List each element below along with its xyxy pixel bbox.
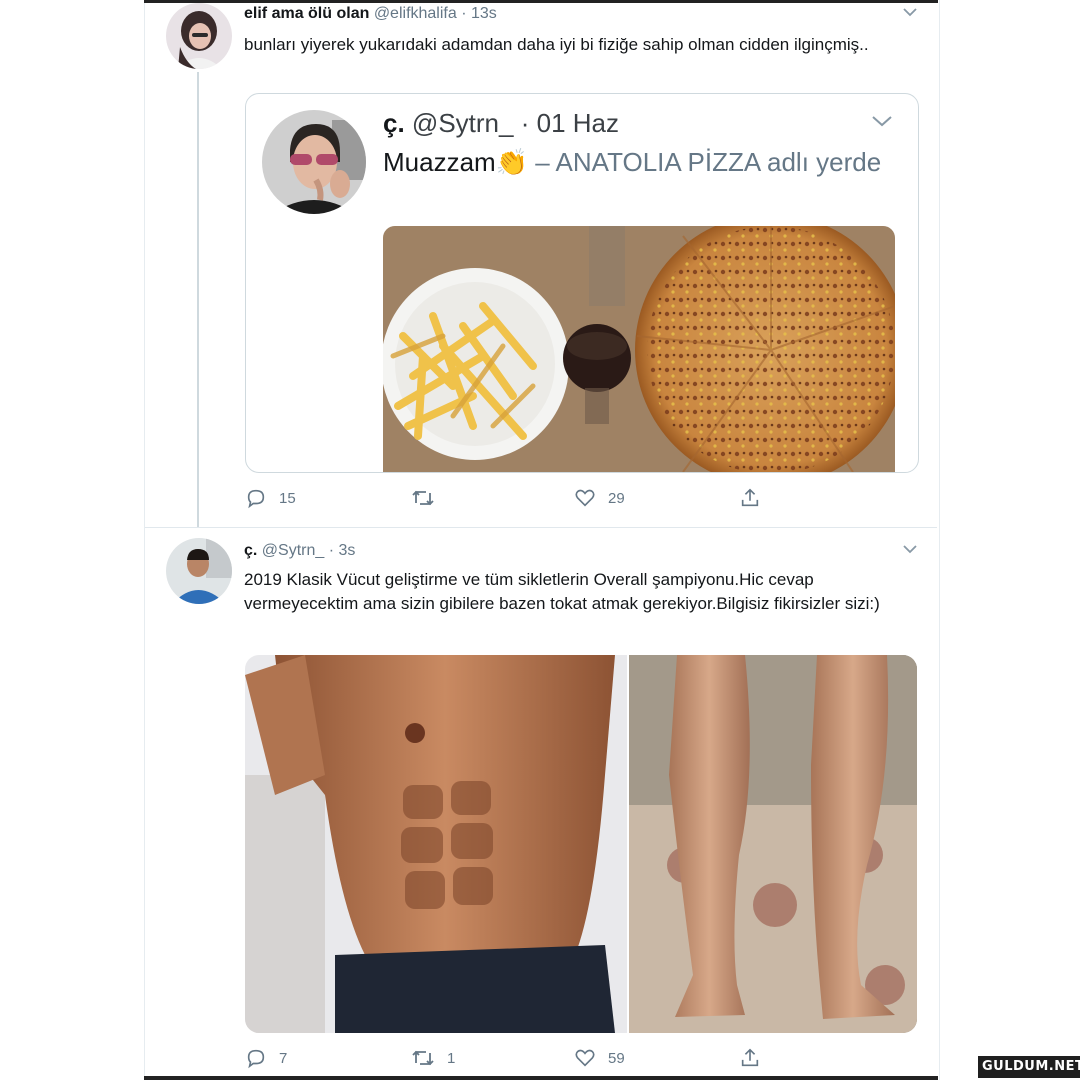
share-button[interactable] [739, 487, 761, 509]
watermark-logo: GULDUM.NET [978, 1056, 1080, 1078]
retweet-icon [411, 1047, 435, 1069]
quoted-tweet-card[interactable]: ç. @Sytrn_ · 01 Haz Muazzam👏 – ANATOLIA … [245, 93, 919, 473]
quote-text-place[interactable]: – ANATOLIA PİZZA adlı yerde [528, 147, 881, 177]
retweet-button[interactable]: 1 [411, 1047, 455, 1069]
tweet1-header: elif ama ölü olan @elifkhalifa · 13s [244, 5, 497, 23]
tweet2-timestamp[interactable]: 3s [339, 542, 356, 559]
share-button[interactable] [739, 1047, 761, 1069]
avatar-quoted-author[interactable] [262, 110, 366, 214]
quote-timestamp[interactable]: 01 Haz [537, 108, 619, 138]
like-icon [574, 1047, 596, 1069]
reply-button[interactable]: 15 [245, 487, 296, 509]
reply-button[interactable]: 7 [245, 1047, 287, 1069]
retweet-button[interactable] [411, 487, 447, 509]
tweet2-text: 2019 Klasik Vücut geliştirme ve tüm sikl… [244, 570, 880, 613]
tweet1-text: bunları yiyerek yukarıdaki adamdan daha … [244, 35, 869, 54]
tweet1-separator: · [461, 5, 467, 22]
tweet2-header: ç. @Sytrn_ · 3s [244, 542, 355, 560]
like-count: 59 [608, 1049, 625, 1067]
tweet2-actions: 7 1 59 [245, 1047, 845, 1075]
like-button[interactable]: 59 [574, 1047, 625, 1069]
quote-author-name[interactable]: ç. [383, 108, 405, 138]
share-icon [739, 1047, 761, 1069]
reply-count: 7 [279, 1049, 288, 1067]
pizza-meal-photo[interactable] [383, 226, 895, 472]
tweet-divider [145, 527, 937, 528]
avatar-elif[interactable] [166, 3, 232, 69]
share-icon [739, 487, 761, 509]
retweet-icon [411, 487, 435, 509]
tweet1-author-handle[interactable]: @elifkhalifa [374, 5, 457, 22]
reply-icon [245, 1047, 267, 1069]
quote-text: Muazzam👏 – ANATOLIA PİZZA adlı yerde [383, 144, 883, 181]
like-count: 29 [608, 489, 625, 507]
thread-connector-line [197, 72, 199, 527]
quote-separator: · [520, 108, 530, 138]
avatar-sytrn[interactable] [166, 538, 232, 604]
top-border [144, 0, 938, 3]
quote-text-main: Muazzam [383, 147, 496, 177]
clap-emoji: 👏 [495, 147, 529, 177]
reply-count: 15 [279, 489, 296, 507]
reply-icon [245, 487, 267, 509]
tweet2-author-name[interactable]: ç. [244, 542, 257, 559]
bodybuilder-photos[interactable] [245, 655, 917, 1033]
quote-chevron-down-icon[interactable] [870, 108, 894, 136]
chevron-down-icon[interactable] [902, 5, 918, 23]
tweet1-timestamp[interactable]: 13s [471, 5, 497, 22]
tweet2-author-handle[interactable]: @Sytrn_ [262, 542, 324, 559]
tweet2-separator: · [328, 542, 335, 559]
retweet-count: 1 [447, 1049, 456, 1067]
chevron-down-icon[interactable] [902, 542, 918, 560]
tweet1-author-name[interactable]: elif ama ölü olan [244, 5, 369, 22]
like-icon [574, 487, 596, 509]
bottom-border [144, 1076, 938, 1080]
quote-header: ç. @Sytrn_ · 01 Haz [383, 108, 619, 139]
like-button[interactable]: 29 [574, 487, 625, 509]
quote-author-handle[interactable]: @Sytrn_ [412, 108, 514, 138]
tweet1-actions: 15 29 [245, 487, 845, 515]
